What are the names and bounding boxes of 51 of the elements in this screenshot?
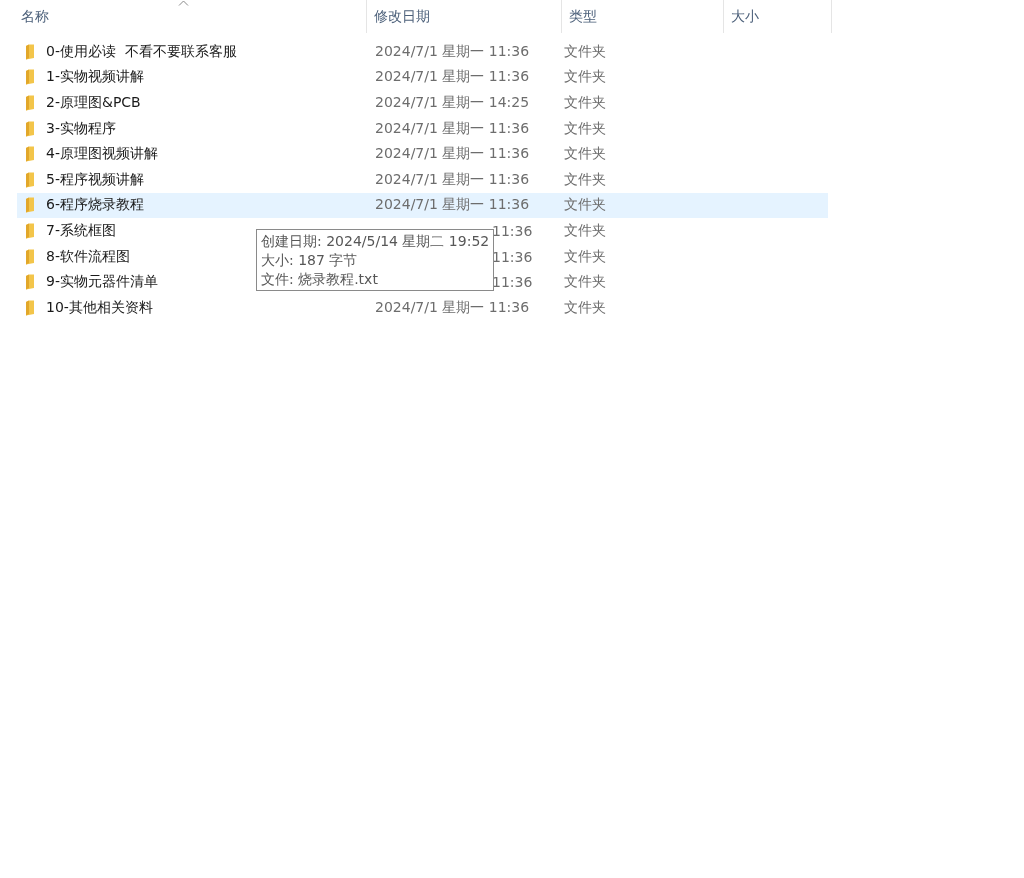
column-header[interactable]: 名称: [0, 0, 367, 33]
tooltip: 创建日期: 2024/5/14 星期二 19:52 大小: 187 字节 文件: 烧录教程.txt: [256, 229, 494, 291]
modified-date: 2024/7/1 星期一 14:25: [375, 94, 530, 110]
file-name[interactable]: 3-实物程序: [46, 119, 116, 138]
file-type: 文件夹: [564, 247, 606, 264]
file-name[interactable]: 8-软件流程图: [46, 247, 130, 266]
file-name[interactable]: 5-程序视频讲解: [46, 170, 144, 189]
folder-icon: [25, 222, 35, 239]
modified-date: 2024/7/1 星期一 11:36: [375, 196, 530, 213]
folder-icon: [25, 197, 35, 214]
file-type: 文件夹: [564, 42, 606, 59]
folder-icon: [25, 146, 35, 163]
file-type: 文件夹: [564, 298, 606, 315]
folder-icon: [25, 299, 35, 316]
modified-date: 2024/7/1 星期一 11:36: [375, 68, 530, 85]
folder-icon: [25, 69, 35, 86]
file-type: 文件夹: [564, 170, 606, 187]
file-name[interactable]: 1-实物视频讲解: [46, 68, 144, 87]
file-type: 文件夹: [564, 119, 606, 136]
column-header[interactable]: 大小: [724, 0, 832, 33]
file-type: 文件夹: [564, 68, 606, 85]
folder-icon: [25, 274, 35, 291]
selected-row[interactable]: 6-程序烧录教程 2024/7/1 星期一 11:36 文件夹: [17, 192, 828, 219]
file-name[interactable]: 6-程序烧录教程: [46, 196, 144, 215]
modified-date: 2024/7/1 星期一 11:36: [375, 170, 530, 187]
folder-icon: [25, 43, 35, 60]
folder-icon: [25, 248, 35, 265]
sort-caret-icon: [178, 0, 189, 6]
file-name[interactable]: 9-实物元器件清单: [46, 273, 158, 292]
file-type: 文件夹: [564, 221, 606, 238]
modified-date: 2024/7/1 星期一 11:36: [375, 42, 530, 59]
modified-date: 2024/7/1 星期一 11:36: [375, 145, 530, 162]
modified-date: 11:36: [492, 222, 533, 239]
modified-date: 2024/7/1 星期一 11:36: [375, 298, 530, 315]
file-type: 文件夹: [564, 94, 606, 110]
file-name[interactable]: 10-其他相关资料: [46, 298, 153, 317]
modified-date: 11:36: [492, 274, 533, 291]
folder-icon: [25, 171, 35, 188]
folder-icon: [25, 95, 35, 111]
file-name[interactable]: 4-原理图视频讲解: [46, 145, 158, 164]
modified-date: 11:36: [492, 248, 533, 265]
column-header[interactable]: 修改日期: [367, 0, 562, 33]
file-name[interactable]: 7-系统框图: [46, 221, 116, 240]
column-header[interactable]: 类型: [562, 0, 724, 33]
file-type: 文件夹: [564, 273, 606, 290]
file-name[interactable]: 2-原理图&PCB: [46, 94, 141, 112]
file-type: 文件夹: [564, 145, 606, 162]
folder-icon: [25, 120, 35, 137]
modified-date: 2024/7/1 星期一 11:36: [375, 119, 530, 136]
file-type: 文件夹: [564, 196, 606, 213]
file-name[interactable]: 0-使用必读 不看不要联系客服: [46, 42, 237, 61]
